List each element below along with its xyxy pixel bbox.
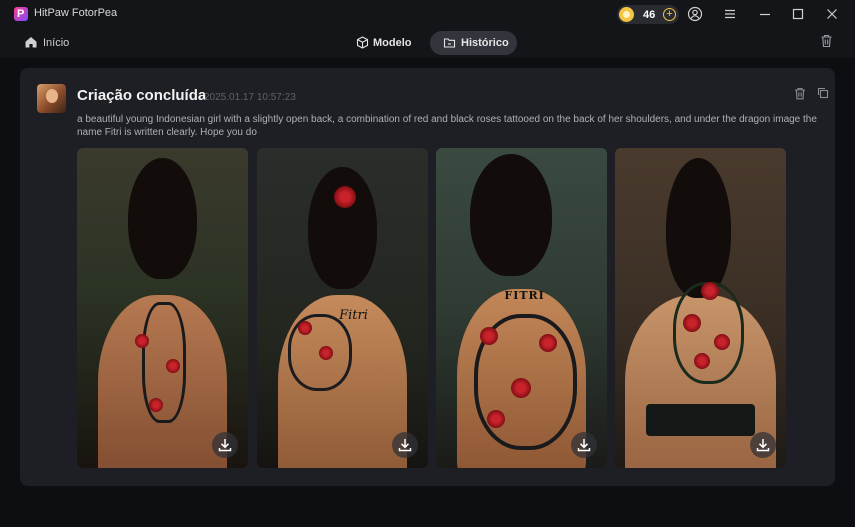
add-coins-icon[interactable]: + bbox=[663, 8, 676, 21]
generated-image[interactable] bbox=[77, 148, 248, 468]
download-icon bbox=[218, 439, 232, 452]
coin-balance[interactable]: 46 + bbox=[617, 5, 679, 24]
app-title: HitPaw FotorPea bbox=[34, 7, 118, 19]
generated-image[interactable]: FITRI bbox=[436, 148, 607, 468]
download-icon bbox=[756, 439, 770, 452]
thumbnail-avatar bbox=[37, 84, 66, 113]
download-icon bbox=[398, 439, 412, 452]
trash-icon[interactable] bbox=[820, 34, 833, 48]
home-link[interactable]: Início bbox=[43, 37, 69, 49]
tab-historico-label: Histórico bbox=[461, 37, 509, 49]
card-title: Criação concluída bbox=[77, 87, 207, 104]
home-icon[interactable] bbox=[24, 35, 38, 49]
tab-modelo[interactable]: Modelo bbox=[350, 31, 422, 55]
generated-image[interactable] bbox=[615, 148, 786, 468]
prompt-text: a beautiful young Indonesian girl with a… bbox=[77, 114, 817, 138]
close-icon[interactable] bbox=[824, 6, 840, 22]
download-button[interactable] bbox=[212, 432, 238, 458]
tab-modelo-label: Modelo bbox=[373, 37, 412, 49]
user-icon[interactable] bbox=[687, 6, 703, 22]
tattoo-text: Fitri bbox=[339, 308, 368, 323]
card-timestamp: 2025.01.17 10:57:23 bbox=[204, 92, 296, 103]
download-button[interactable] bbox=[571, 432, 597, 458]
coin-count: 46 bbox=[643, 9, 656, 21]
download-button[interactable] bbox=[750, 432, 776, 458]
title-bar: P HitPaw FotorPea 46 + bbox=[0, 0, 855, 28]
delete-icon[interactable] bbox=[794, 87, 806, 100]
folder-icon bbox=[443, 38, 456, 48]
maximize-icon[interactable] bbox=[790, 6, 806, 22]
minimize-icon[interactable] bbox=[757, 6, 773, 22]
nav-bar: Início Modelo Histórico bbox=[0, 28, 855, 58]
tattoo-text: FITRI bbox=[504, 288, 545, 302]
coin-icon bbox=[619, 7, 634, 22]
app-logo-icon: P bbox=[14, 7, 28, 21]
menu-icon[interactable] bbox=[722, 6, 738, 22]
cube-icon bbox=[356, 36, 369, 49]
copy-icon[interactable] bbox=[817, 87, 829, 99]
download-button[interactable] bbox=[392, 432, 418, 458]
history-card: Criação concluída 2025.01.17 10:57:23 a … bbox=[20, 68, 835, 486]
generated-image[interactable]: Fitri bbox=[257, 148, 428, 468]
tab-historico[interactable]: Histórico bbox=[430, 31, 517, 55]
download-icon bbox=[577, 439, 591, 452]
